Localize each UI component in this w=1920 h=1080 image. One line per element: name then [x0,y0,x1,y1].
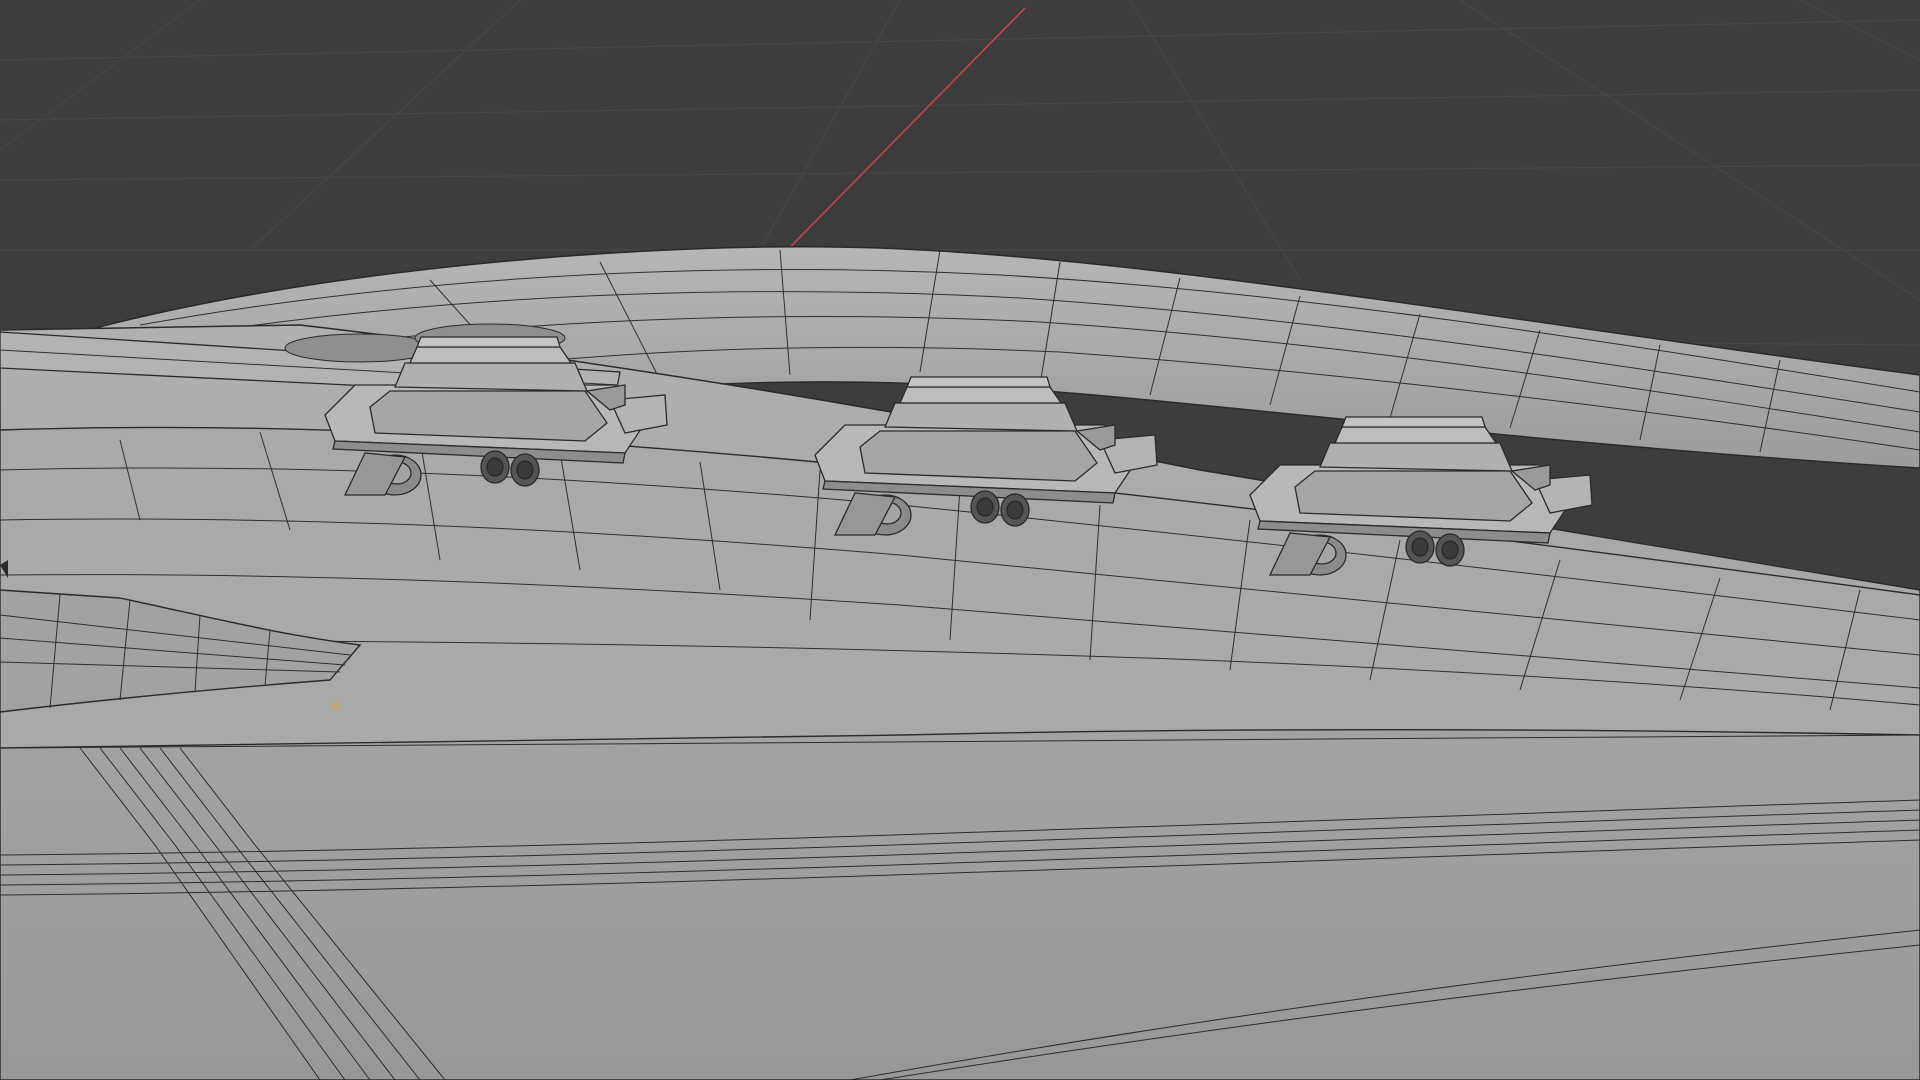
3d-viewport[interactable] [0,0,1920,1080]
viewport-scene [0,0,1920,1080]
